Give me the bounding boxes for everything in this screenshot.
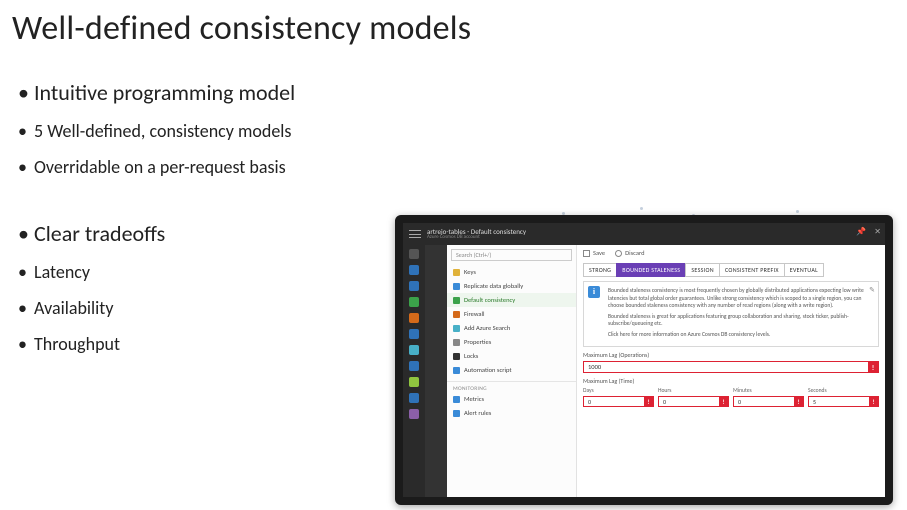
menu-label: Locks — [464, 352, 478, 360]
save-button[interactable]: Save — [583, 249, 605, 257]
menu-label: Metrics — [464, 395, 484, 403]
sub-label: Seconds — [808, 387, 879, 394]
menu-replicate[interactable]: Replicate data globally — [447, 279, 576, 293]
bullet-a3: Overridable on a per-request basis — [12, 156, 895, 178]
tab-session[interactable]: SESSION — [685, 263, 720, 277]
hours-input[interactable]: 0! — [658, 396, 729, 407]
input-value: 0 — [663, 398, 666, 406]
close-icon[interactable]: ✕ — [874, 227, 881, 237]
sub-label: Days — [583, 387, 654, 394]
tab-consistent-prefix[interactable]: CONSISTENT PREFIX — [719, 263, 785, 277]
service-rail — [403, 245, 425, 497]
menu-automation[interactable]: Automation script — [447, 363, 576, 377]
max-lag-operations-input[interactable]: 1000 ! — [583, 361, 879, 373]
menu-add-search[interactable]: Add Azure Search — [447, 321, 576, 335]
menu-locks[interactable]: Locks — [447, 349, 576, 363]
save-label: Save — [593, 249, 605, 257]
discard-button[interactable]: Discard — [615, 249, 644, 257]
info-text-3: Click here for more information on Azure… — [608, 331, 872, 339]
menu-label: Add Azure Search — [464, 324, 510, 332]
tab-bounded-staleness[interactable]: BOUNDED STALENESS — [616, 263, 686, 277]
resource-search[interactable]: Search (Ctrl+/) — [451, 249, 572, 261]
slide-title: Well-defined consistency models — [12, 8, 895, 49]
discard-label: Discard — [625, 249, 644, 257]
minutes-input[interactable]: 0! — [733, 396, 804, 407]
sub-label: Minutes — [733, 387, 804, 394]
menu-section-monitoring: Monitoring — [447, 384, 576, 392]
minutes-field: Minutes 0! — [733, 387, 804, 407]
field-label: Maximum Lag (Operations) — [583, 351, 879, 359]
info-panel: i ✎ Bounded staleness consistency is mos… — [583, 281, 879, 347]
menu-label: Firewall — [464, 310, 485, 318]
rail-icon[interactable] — [409, 361, 419, 371]
warning-icon: ! — [869, 397, 878, 406]
menu-label: Replicate data globally — [464, 282, 523, 290]
menu-label: Default consistency — [464, 296, 515, 304]
bullet-a2: 5 Well-defined, consistency models — [12, 120, 895, 142]
input-value: 5 — [813, 398, 816, 406]
info-text-1: Bounded staleness consistency is most fr… — [608, 287, 872, 310]
hours-field: Hours 0! — [658, 387, 729, 407]
warning-icon: ! — [644, 397, 653, 406]
bullet-list-a: Intuitive programming model 5 Well-defin… — [12, 79, 895, 178]
favorites-rail — [425, 245, 447, 497]
consistency-tabs: STRONG BOUNDED STALENESS SESSION CONSIST… — [583, 263, 879, 277]
tab-eventual[interactable]: EVENTUAL — [784, 263, 824, 277]
warning-icon: ! — [719, 397, 728, 406]
azure-portal-screenshot: artrejo-tables - Default consistency Azu… — [395, 215, 893, 505]
bullet-a1: Intuitive programming model — [12, 79, 895, 106]
edit-icon[interactable]: ✎ — [869, 285, 875, 294]
blade-main: Save Discard STRONG BOUNDED STALENESS SE… — [577, 245, 885, 497]
portal-topbar: artrejo-tables - Default consistency Azu… — [403, 223, 885, 245]
menu-label: Keys — [464, 268, 476, 276]
menu-properties[interactable]: Properties — [447, 335, 576, 349]
menu-metrics[interactable]: Metrics — [447, 392, 576, 406]
menu-label: Properties — [464, 338, 491, 346]
rail-icon[interactable] — [409, 265, 419, 275]
menu-label: Automation script — [464, 366, 512, 374]
info-icon: i — [588, 286, 600, 298]
rail-icon[interactable] — [409, 313, 419, 323]
pin-icon[interactable]: 📌 — [856, 227, 866, 237]
menu-default-consistency[interactable]: Default consistency — [447, 293, 576, 307]
save-icon — [583, 250, 590, 257]
command-bar: Save Discard — [583, 249, 879, 257]
hamburger-icon[interactable] — [409, 230, 421, 238]
rail-icon[interactable] — [409, 377, 419, 387]
days-field: Days 0! — [583, 387, 654, 407]
warning-icon: ! — [794, 397, 803, 406]
input-value: 0 — [588, 398, 591, 406]
rail-icon[interactable] — [409, 393, 419, 403]
input-value: 0 — [738, 398, 741, 406]
max-lag-time-field: Maximum Lag (Time) Days 0! Hours 0! Minu… — [583, 377, 879, 407]
days-input[interactable]: 0! — [583, 396, 654, 407]
rail-icon[interactable] — [409, 345, 419, 355]
seconds-field: Seconds 5! — [808, 387, 879, 407]
seconds-input[interactable]: 5! — [808, 396, 879, 407]
rail-icon[interactable] — [409, 297, 419, 307]
max-lag-operations-field: Maximum Lag (Operations) 1000 ! — [583, 351, 879, 373]
field-label: Maximum Lag (Time) — [583, 377, 879, 385]
resource-menu: Search (Ctrl+/) Keys Replicate data glob… — [447, 245, 577, 497]
tab-strong[interactable]: STRONG — [583, 263, 617, 277]
menu-alerts[interactable]: Alert rules — [447, 406, 576, 420]
menu-firewall[interactable]: Firewall — [447, 307, 576, 321]
discard-icon — [615, 250, 622, 257]
menu-keys[interactable]: Keys — [447, 265, 576, 279]
warning-icon: ! — [868, 362, 878, 372]
rail-icon[interactable] — [409, 329, 419, 339]
rail-icon[interactable] — [409, 409, 419, 419]
input-value: 1000 — [588, 363, 601, 371]
sub-label: Hours — [658, 387, 729, 394]
rail-plus-icon[interactable] — [409, 249, 419, 259]
menu-label: Alert rules — [464, 409, 491, 417]
info-text-2: Bounded staleness is great for applicati… — [608, 313, 872, 328]
rail-icon[interactable] — [409, 281, 419, 291]
